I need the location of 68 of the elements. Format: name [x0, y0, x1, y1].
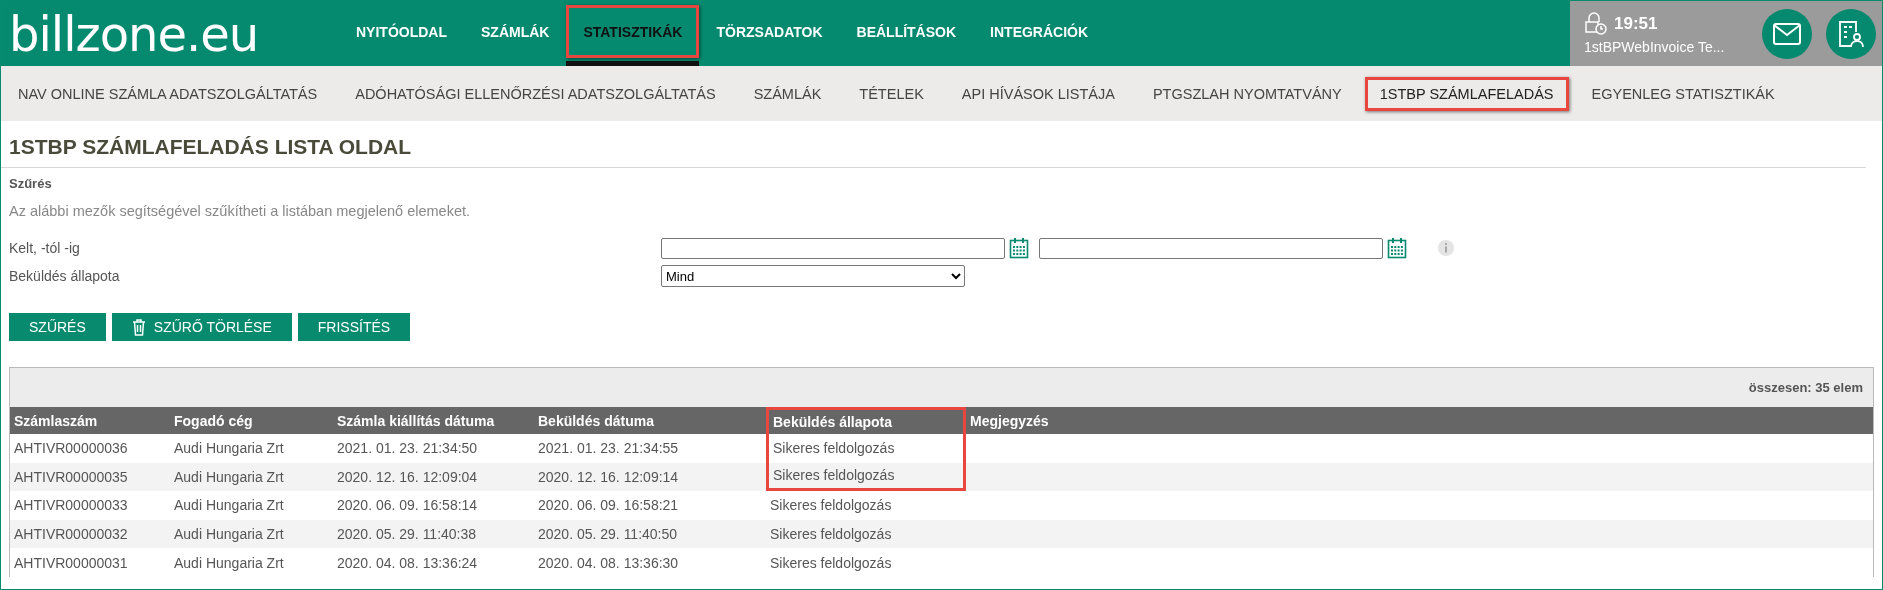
- table-cell-text: Sikeres feldolgozás: [769, 553, 893, 573]
- table-cell-text: Audi Hungaria Zrt: [173, 496, 285, 516]
- table-cell-text: 2020. 05. 29. 11:40:38: [336, 525, 478, 545]
- action-button[interactable]: SZŰRÉS: [9, 313, 106, 341]
- table-cell-text: 2020. 06. 09. 16:58:14: [336, 496, 479, 516]
- action-button[interactable]: FRISSÍTÉS: [297, 313, 411, 341]
- user-document-icon: [1838, 19, 1864, 48]
- table-cell-text: AHTIVR00000031: [13, 553, 129, 573]
- column-header[interactable]: Beküldés dátuma: [534, 407, 766, 434]
- column-header[interactable]: Számla kiállítás dátuma: [333, 407, 534, 434]
- nav-item[interactable]: SZÁMLÁK: [464, 5, 567, 58]
- nav-item[interactable]: BEÁLLÍTÁSOK: [839, 5, 974, 58]
- subnav-item[interactable]: TÉTELEK: [844, 76, 939, 111]
- column-header[interactable]: Számlaszám: [10, 407, 170, 434]
- table-cell-text: AHTIVR00000032: [13, 525, 129, 545]
- table-cell-text: Sikeres feldolgozás: [769, 496, 893, 516]
- subnav-item[interactable]: EGYENLEG STATISZTIKÁK: [1576, 76, 1790, 111]
- nav-item[interactable]: INTEGRÁCIÓK: [973, 5, 1106, 58]
- subnav-item[interactable]: ADÓHATÓSÁGI ELLENŐRZÉSI ADATSZOLGÁLTATÁS: [340, 76, 731, 111]
- logo[interactable]: billzone.eu: [1, 1, 339, 66]
- filter-description: Az alábbi mezők segítségével szűkítheti a listában megjelenő elemeket.: [8, 202, 472, 221]
- table-cell-text: 2020. 04. 08. 13:36:24: [336, 553, 479, 573]
- table-cell-text: 2020. 12. 16. 12:09:04: [336, 467, 479, 487]
- mail-button[interactable]: [1762, 8, 1812, 59]
- clear-filter-button[interactable]: SZŰRŐ TÖRLÉSE: [111, 313, 292, 341]
- status-dropdown[interactable]: Mind: [661, 265, 965, 287]
- table-cell-text: 2020. 04. 08. 13:36:30: [537, 553, 680, 573]
- subnav-item[interactable]: PTGSZLAH NYOMTATVÁNY: [1137, 76, 1357, 111]
- date-to-field[interactable]: [1039, 237, 1383, 259]
- table-cell-text: Audi Hungaria Zrt: [173, 439, 285, 459]
- column-header[interactable]: Megjegyzés: [966, 407, 1873, 434]
- info-icon[interactable]: [1437, 239, 1455, 257]
- subnav-item[interactable]: NAV ONLINE SZÁMLA ADATSZOLGÁLTATÁS: [3, 76, 333, 111]
- table-cell-text: 2020. 06. 09. 16:58:21: [537, 496, 680, 516]
- calendar-icon[interactable]: [1009, 237, 1029, 259]
- table-cell-text: AHTIVR00000033: [13, 496, 129, 516]
- column-header[interactable]: Fogadó cég: [170, 407, 333, 434]
- user-name: 1stBPWebInvoice Te...: [1584, 39, 1726, 55]
- column-header[interactable]: Beküldés állapota: [766, 407, 966, 434]
- table-cell-text: Sikeres feldolgozás: [769, 525, 893, 545]
- table-cell-text: Audi Hungaria Zrt: [173, 553, 285, 573]
- filter-title: Szűrés: [8, 175, 53, 191]
- page-title: 1STBP SZÁMLAFELADÁS LISTA OLDAL: [1, 121, 1866, 168]
- calendar-icon[interactable]: [1387, 237, 1407, 259]
- field-label: Beküldés állapota: [9, 268, 121, 284]
- table-cell: Sikeres feldolgozás: [766, 462, 966, 492]
- date-from-field[interactable]: [661, 237, 1005, 259]
- table-cell-text: 2021. 01. 23. 21:34:55: [537, 439, 680, 459]
- table-cell-text: AHTIVR00000035: [13, 467, 129, 487]
- table-cell-text: Audi Hungaria Zrt: [173, 467, 285, 487]
- trash-icon: [131, 318, 146, 336]
- lock-clock-icon: [1584, 12, 1608, 36]
- subnav-item[interactable]: API HÍVÁSOK LISTÁJA: [946, 76, 1130, 111]
- table-cell-text: 2020. 05. 29. 11:40:50: [537, 525, 679, 545]
- table-cell-text: 2021. 01. 23. 21:34:50: [336, 439, 479, 459]
- profile-button[interactable]: [1826, 8, 1876, 59]
- table-cell-text: AHTIVR00000036: [13, 439, 129, 459]
- session-time: 19:51: [1614, 14, 1658, 34]
- field-label: Kelt, -tól -ig: [9, 240, 81, 256]
- total-count: összesen: 35 elem: [1748, 380, 1863, 395]
- subnav-item[interactable]: 1STBP SZÁMLAFELADÁS: [1364, 76, 1569, 111]
- nav-item[interactable]: STATISZTIKÁK: [566, 5, 700, 58]
- subnav-item[interactable]: SZÁMLÁK: [738, 76, 837, 111]
- table-cell-text: 2020. 12. 16. 12:09:14: [537, 467, 680, 487]
- table-cell-text: Audi Hungaria Zrt: [173, 525, 285, 545]
- nav-item[interactable]: TÖRZSADATOK: [699, 5, 840, 58]
- nav-item[interactable]: NYITÓOLDAL: [339, 5, 464, 58]
- envelope-icon: [1773, 22, 1801, 45]
